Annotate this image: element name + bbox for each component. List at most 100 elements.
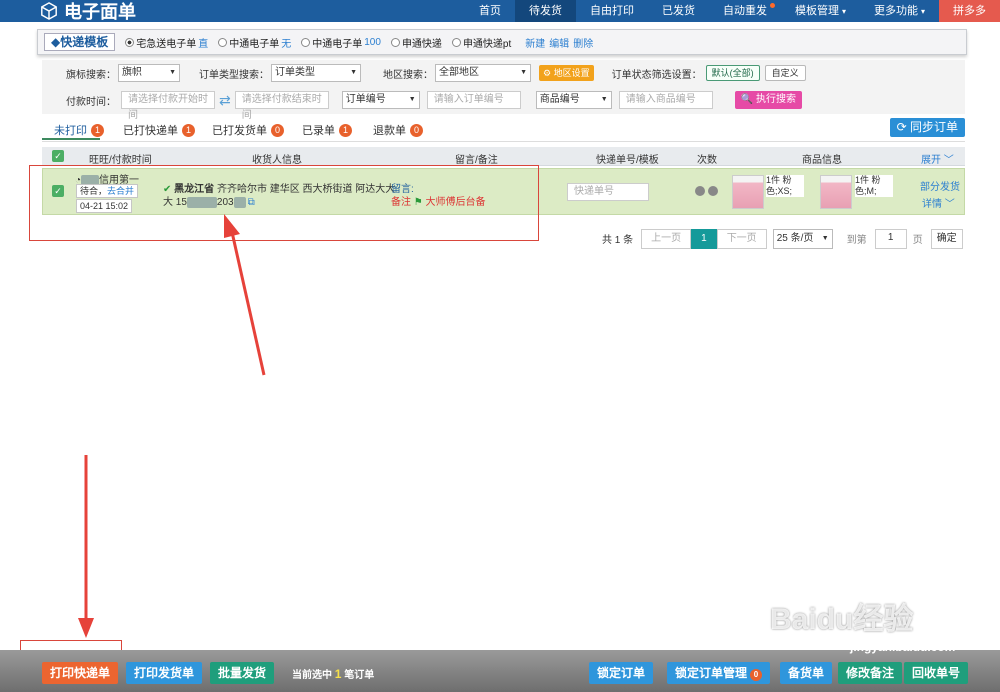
watermark-logo: Baidu经验 xyxy=(770,603,914,636)
filter-row-1: 旗标搜索： 旗帜 订单类型搜索： 订单类型 地区搜索： 全部地区 ⚙ 地区设置 … xyxy=(66,63,806,83)
lock-manage-label: 锁定订单管理 xyxy=(675,666,748,680)
delivery-print-dot-icon xyxy=(708,186,718,196)
region-settings-button[interactable]: ⚙ 地区设置 xyxy=(539,65,594,81)
flag-select[interactable]: 旗帜 xyxy=(118,64,180,82)
order-type-label: 订单类型搜索： xyxy=(199,69,269,81)
count-badge: 1 xyxy=(91,123,104,137)
template-edit-link[interactable]: 编辑 xyxy=(549,35,569,50)
lock-order-button[interactable]: 锁定订单 xyxy=(589,662,654,684)
swap-icon: ⇄ xyxy=(219,91,231,108)
order-type-select[interactable]: 订单类型 xyxy=(271,64,361,82)
product-thumbnail[interactable] xyxy=(820,175,852,209)
order-table-header: ✓ 旺旺/付款时间 收货人信息 留言/备注 快递单号/模板 次数 商品信息 展开… xyxy=(42,147,965,166)
nav-shipped[interactable]: 已发货 xyxy=(648,0,709,22)
chevron-down-icon: ▾ xyxy=(841,7,846,16)
goods-no-input[interactable]: 请输入商品编号 xyxy=(618,91,713,109)
current-page-button[interactable]: 1 xyxy=(691,228,717,249)
partial-ship-link[interactable]: 部分发货 xyxy=(920,178,960,193)
express-print-dot-icon xyxy=(695,186,705,196)
print-express-button[interactable]: 打印快递单 xyxy=(42,662,119,684)
tab-recorded[interactable]: 已录单 1 xyxy=(302,122,352,138)
nav-pinduoduo[interactable]: 拼多多 xyxy=(939,0,1000,22)
nav-template-manage[interactable]: 模板管理 ▾ xyxy=(781,0,860,22)
status-filter-label: 订单状态筛选设置： xyxy=(611,69,702,81)
execute-search-button[interactable]: 🔍 执行搜索 xyxy=(734,91,802,109)
radio-icon xyxy=(390,37,400,47)
pay-time-label: 付款时间： xyxy=(66,96,116,108)
flag-search-label: 旗标搜索： xyxy=(66,69,116,81)
col-times: 次数 xyxy=(697,155,717,166)
annotation-box-order xyxy=(29,165,539,241)
notification-dot xyxy=(769,3,775,8)
status-custom-button[interactable]: 自定义 xyxy=(764,65,806,81)
nav-pending-ship[interactable]: 待发货 xyxy=(514,0,576,22)
chevron-down-icon: ﹀ xyxy=(944,199,955,210)
template-title-text: 快递模板 xyxy=(60,35,109,49)
edit-note-button[interactable]: 修改备注 xyxy=(838,662,903,684)
region-label: 地区搜索： xyxy=(383,69,433,81)
app-logo[interactable]: 电子面单 xyxy=(0,0,136,22)
nav-free-print[interactable]: 自由打印 xyxy=(576,0,648,22)
template-new-link[interactable]: 新建 xyxy=(525,35,545,50)
next-page-button[interactable]: 下一页 xyxy=(716,228,767,249)
tab-label: 已打快递单 xyxy=(123,125,178,137)
print-times xyxy=(695,186,721,199)
template-option-label: 申通快递 xyxy=(401,38,442,50)
selected-count-text: 当前选中 1 笔订单 xyxy=(292,666,374,681)
express-no-input[interactable]: 快递单号 xyxy=(567,183,649,201)
template-option[interactable]: 中通电子单 100 xyxy=(301,35,381,50)
order-no-input[interactable]: 请输入订单编号 xyxy=(426,91,521,109)
nav-more-functions[interactable]: 更多功能 ▾ xyxy=(860,0,939,22)
tab-express-printed[interactable]: 已打快递单 1 xyxy=(123,122,195,138)
batch-ship-button[interactable]: 批量发货 xyxy=(210,662,275,684)
product-info: 1件 粉色;M; xyxy=(855,175,893,197)
template-title: ◆快递模板 xyxy=(44,33,116,51)
selected-count: 1 xyxy=(334,667,342,681)
nav-auto-resend-label: 自动重发 xyxy=(722,5,767,17)
pay-start-input[interactable]: 请选择付款开始时间 xyxy=(121,91,215,121)
goto-page-input[interactable]: 1 xyxy=(874,228,907,249)
count-badge: 1 xyxy=(182,123,195,137)
order-no-select[interactable]: 订单编号 xyxy=(341,91,420,109)
expand-label: 展开 xyxy=(921,155,941,166)
template-option[interactable]: 申通快递pt xyxy=(451,35,511,50)
template-option[interactable]: 中通电子单无 xyxy=(218,35,291,50)
detail-link[interactable]: 详情 ﹀ xyxy=(922,195,955,210)
selected-suffix: 笔订单 xyxy=(344,670,375,681)
template-option[interactable]: 申通快递 xyxy=(390,35,442,50)
order-tabs: 未打印 1 已打快递单 1 已打发货单 0 已录单 1 退款单 0 ⟳ 同步订单 xyxy=(42,118,965,142)
tab-unprinted[interactable]: 未打印 1 xyxy=(54,122,104,138)
nav-more-functions-label: 更多功能 xyxy=(873,5,918,17)
execute-search-label: 执行搜索 xyxy=(755,94,796,105)
template-delete-link[interactable]: 删除 xyxy=(573,35,593,50)
select-all-checkbox[interactable]: ✓ xyxy=(52,150,64,162)
region-settings-label: 地区设置 xyxy=(553,68,590,78)
goto-confirm-button[interactable]: 确定 xyxy=(930,228,963,249)
region-select[interactable]: 全部地区 xyxy=(435,64,531,82)
prev-page-button[interactable]: 上一页 xyxy=(641,228,692,249)
filter-row-2: 付款时间： 请选择付款开始时间 ⇄ 请选择付款结束时间 订单编号 请输入订单编号… xyxy=(66,90,802,121)
col-goods: 商品信息 xyxy=(802,155,842,166)
sync-orders-button[interactable]: ⟳ 同步订单 xyxy=(889,118,965,137)
product-thumbnail[interactable] xyxy=(732,175,764,209)
stock-list-button[interactable]: 备货单 xyxy=(780,662,833,684)
template-option[interactable]: 宅急送电子单直 xyxy=(125,35,208,50)
goods-no-select[interactable]: 商品编号 xyxy=(535,91,612,109)
tab-delivery-printed[interactable]: 已打发货单 0 xyxy=(212,122,284,138)
tab-label: 已打发货单 xyxy=(212,125,267,137)
page-size-select[interactable]: 25 条/页 xyxy=(772,228,833,249)
lock-manage-button[interactable]: 锁定订单管理 0 xyxy=(667,662,771,684)
pay-end-input[interactable]: 请选择付款结束时间 xyxy=(234,91,329,121)
recycle-number-button[interactable]: 回收单号 xyxy=(904,662,969,684)
count-badge: 0 xyxy=(750,669,763,681)
tab-refund[interactable]: 退款单 0 xyxy=(373,122,423,138)
nav-home[interactable]: 首页 xyxy=(465,0,515,22)
filter-panel: 旗标搜索： 旗帜 订单类型搜索： 订单类型 地区搜索： 全部地区 ⚙ 地区设置 … xyxy=(42,60,965,121)
nav-template-manage-label: 模板管理 xyxy=(794,5,839,17)
nav-auto-resend[interactable]: 自动重发 xyxy=(709,0,781,22)
top-navbar: 电子面单 首页 待发货 自由打印 已发货 自动重发 模板管理 ▾ 更多功能 ▾ 拼多… xyxy=(0,0,1000,22)
print-delivery-button[interactable]: 打印发货单 xyxy=(126,662,203,684)
status-default-button[interactable]: 默认(全部) xyxy=(705,65,760,81)
radio-icon xyxy=(301,37,311,47)
expand-all-link[interactable]: 展开 ﹀ xyxy=(921,151,954,166)
